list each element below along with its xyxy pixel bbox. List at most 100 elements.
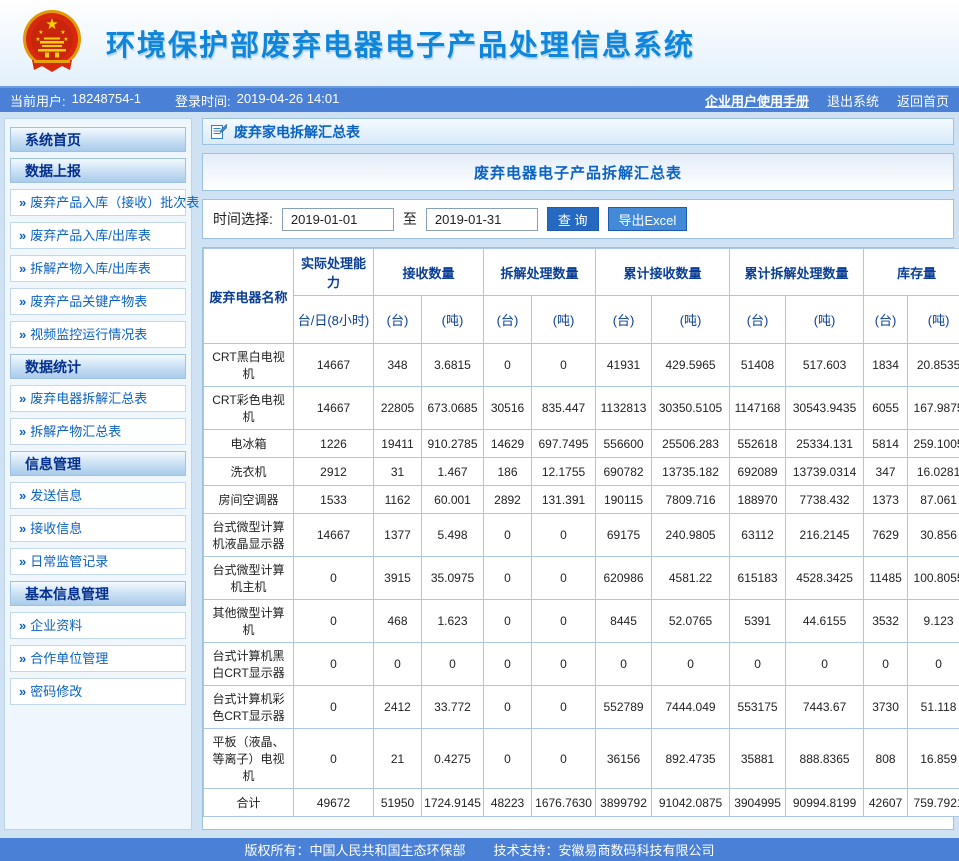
value-cell: 697.7495 [532,430,596,458]
value-cell: 0 [864,643,908,686]
value-cell: 7629 [864,514,908,557]
device-name-cell: CRT黑白电视机 [204,344,294,387]
sidebar-item[interactable]: »企业资料 [10,612,186,639]
value-cell: 0 [908,643,959,686]
value-cell: 892.4735 [652,729,730,789]
table-row: 合计49672519501724.9145482231676.763038997… [204,789,959,817]
value-cell: 6055 [864,387,908,430]
value-cell: 556600 [596,430,652,458]
value-cell: 30543.9435 [786,387,864,430]
value-cell: 3.6815 [422,344,484,387]
sidebar-item[interactable]: »拆解产物汇总表 [10,418,186,445]
tech-support-text: 技术支持：安徽易商数码科技有限公司 [494,840,715,859]
value-cell: 0 [484,344,532,387]
value-cell: 259.1005 [908,430,959,458]
summary-table-panel: 废弃电器名称 实际处理能力接收数量拆解处理数量累计接收数量累计拆解处理数量库存量… [202,247,954,830]
sidebar-item[interactable]: »废弃产品入库/出库表 [10,222,186,249]
value-cell: 692089 [730,458,786,486]
double-chevron-icon: » [19,554,26,569]
double-chevron-icon: » [19,684,26,699]
value-cell: 0 [532,344,596,387]
sidebar-section-header[interactable]: 信息管理 [10,451,186,476]
sidebar-section-header[interactable]: 数据上报 [10,158,186,183]
value-cell: 31 [374,458,422,486]
value-cell: 14667 [294,387,374,430]
value-cell: 0 [786,643,864,686]
sidebar-item[interactable]: »合作单位管理 [10,645,186,672]
table-row: 台式计算机黑白CRT显示器00000000000 [204,643,959,686]
sidebar-item[interactable]: »接收信息 [10,515,186,542]
value-cell: 30516 [484,387,532,430]
value-cell: 3532 [864,600,908,643]
table-row: 台式微型计算机液晶显示器1466713775.4980069175240.980… [204,514,959,557]
sidebar-section-header[interactable]: 数据统计 [10,354,186,379]
value-cell: 63112 [730,514,786,557]
value-cell: 0 [294,686,374,729]
double-chevron-icon: » [19,261,26,276]
double-chevron-icon: » [19,391,26,406]
sidebar-item[interactable]: »密码修改 [10,678,186,705]
value-cell: 186 [484,458,532,486]
logout-link[interactable]: 退出系统 [827,94,879,109]
device-name-cell: CRT彩色电视机 [204,387,294,430]
value-cell: 51.118 [908,686,959,729]
value-cell: 1132813 [596,387,652,430]
sidebar-item[interactable]: »发送信息 [10,482,186,509]
double-chevron-icon: » [19,327,26,342]
header-row-groups: 废弃电器名称 实际处理能力接收数量拆解处理数量累计接收数量累计拆解处理数量库存量 [204,249,959,296]
value-cell: 51408 [730,344,786,387]
table-row: 洗衣机2912311.46718612.175569078213735.1826… [204,458,959,486]
svg-text:★: ★ [35,36,40,43]
value-cell: 0 [532,514,596,557]
manual-link[interactable]: 企业用户使用手册 [705,94,809,109]
value-cell: 620986 [596,557,652,600]
value-cell: 91042.0875 [652,789,730,817]
national-emblem-logo: ★ ★ ★ ★ ★ [20,8,84,78]
svg-text:★: ★ [63,36,68,43]
sidebar-item[interactable]: »日常监管记录 [10,548,186,575]
date-to-input[interactable] [426,208,538,231]
value-cell: 33.772 [422,686,484,729]
value-cell: 1676.7630 [532,789,596,817]
user-bar: 当前用户: 18248754-1 登录时间: 2019-04-26 14:01 … [0,86,959,112]
sidebar-item[interactable]: »废弃产品入库（接收）批次表 [10,189,186,216]
value-cell: 100.8055 [908,557,959,600]
double-chevron-icon: » [19,618,26,633]
sidebar-menu: 系统首页数据上报 »废弃产品入库（接收）批次表 »废弃产品入库/出库表 »拆解产物入库… [4,118,192,830]
main-area: 废弃家电拆解汇总表 废弃电器电子产品拆解汇总表 时间选择: 至 查 询 导出Ex… [202,118,954,830]
svg-text:★: ★ [60,29,65,36]
value-cell: 14667 [294,514,374,557]
query-button[interactable]: 查 询 [547,207,599,231]
device-name-cell: 台式计算机彩色CRT显示器 [204,686,294,729]
current-user: 当前用户: 18248754-1 [10,91,141,110]
topbar-links: 企业用户使用手册 退出系统 返回首页 [687,91,949,110]
table-title: 废弃电器电子产品拆解汇总表 [474,162,682,183]
value-cell: 167.9875 [908,387,959,430]
sidebar-item[interactable]: »视频监控运行情况表 [10,321,186,348]
value-cell: 835.447 [532,387,596,430]
sidebar-item[interactable]: »废弃产品关键产物表 [10,288,186,315]
table-row: CRT黑白电视机146673483.68150041931429.5965514… [204,344,959,387]
value-cell: 44.6155 [786,600,864,643]
value-cell: 517.603 [786,344,864,387]
report-icon [211,124,227,139]
filter-bar: 时间选择: 至 查 询 导出Excel [202,199,954,239]
export-excel-button[interactable]: 导出Excel [608,207,688,231]
sidebar-section-header[interactable]: 系统首页 [10,127,186,152]
sidebar-item[interactable]: »废弃电器拆解汇总表 [10,385,186,412]
device-name-cell: 合计 [204,789,294,817]
value-cell: 1724.9145 [422,789,484,817]
home-link[interactable]: 返回首页 [897,94,949,109]
app-title: 环境保护部废弃电器电子产品处理信息系统 [106,22,695,64]
value-cell: 0 [294,729,374,789]
svg-text:★: ★ [45,16,58,33]
sidebar-item[interactable]: »拆解产物入库/出库表 [10,255,186,282]
date-from-input[interactable] [282,208,394,231]
value-cell: 0 [596,643,652,686]
sidebar-section-header[interactable]: 基本信息管理 [10,581,186,606]
value-cell: 1226 [294,430,374,458]
device-name-cell: 房间空调器 [204,486,294,514]
value-cell: 553175 [730,686,786,729]
value-cell: 14629 [484,430,532,458]
value-cell: 52.0765 [652,600,730,643]
